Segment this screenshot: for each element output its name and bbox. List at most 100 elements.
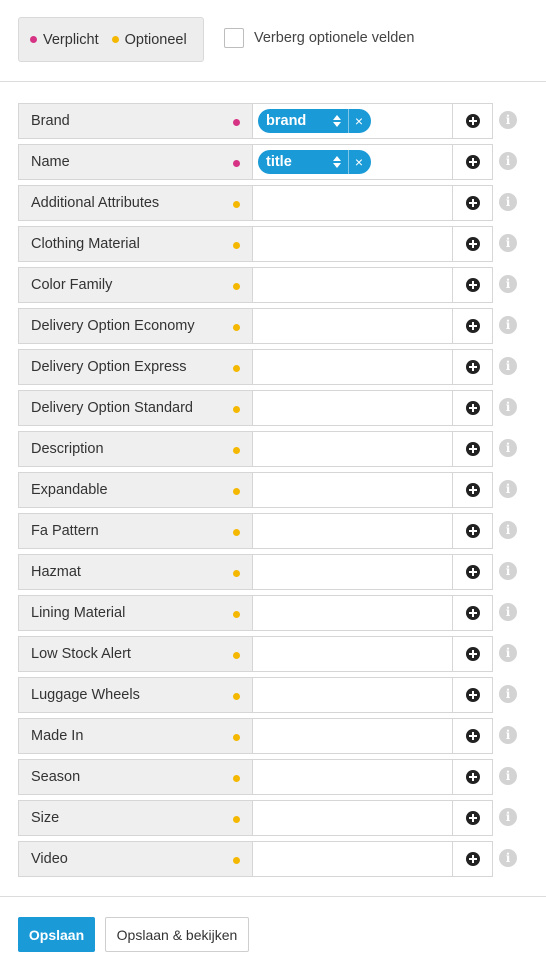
add-attribute-button[interactable] <box>452 513 493 549</box>
info-icon[interactable]: i <box>499 726 517 744</box>
field-value-dropzone[interactable] <box>252 718 453 754</box>
sort-updown-icon[interactable] <box>326 109 348 133</box>
hide-optional-toggle[interactable]: Verberg optionele velden <box>224 28 414 48</box>
field-value-dropzone[interactable]: brand × <box>252 103 453 139</box>
save-and-view-button[interactable]: Opslaan & bekijken <box>105 917 249 952</box>
field-label: Lining Material <box>18 595 253 631</box>
field-label-text: Color Family <box>31 277 113 293</box>
info-icon[interactable]: i <box>499 275 517 293</box>
field-value-dropzone[interactable]: title × <box>252 144 453 180</box>
field-value-dropzone[interactable] <box>252 390 453 426</box>
field-value-dropzone[interactable] <box>252 349 453 385</box>
info-icon[interactable]: i <box>499 193 517 211</box>
plus-circle-icon <box>465 852 480 866</box>
field-value-dropzone[interactable] <box>252 185 453 221</box>
field-value-dropzone[interactable] <box>252 595 453 631</box>
field-label: Size <box>18 800 253 836</box>
field-label-text: Luggage Wheels <box>31 687 140 703</box>
field-label-text: Made In <box>31 728 84 744</box>
plus-circle-icon <box>465 196 480 210</box>
add-attribute-button[interactable] <box>452 267 493 303</box>
field-value-dropzone[interactable] <box>252 226 453 262</box>
field-value-dropzone[interactable] <box>252 431 453 467</box>
plus-circle-icon <box>465 360 480 374</box>
info-icon[interactable]: i <box>499 767 517 785</box>
info-icon[interactable]: i <box>499 849 517 867</box>
plus-circle-icon <box>465 319 480 333</box>
field-value-dropzone[interactable] <box>252 554 453 590</box>
add-attribute-button[interactable] <box>452 718 493 754</box>
field-value-dropzone[interactable] <box>252 636 453 672</box>
plus-circle-icon <box>465 729 480 743</box>
info-icon[interactable]: i <box>499 357 517 375</box>
field-value-dropzone[interactable] <box>252 800 453 836</box>
field-row: Made In i <box>18 718 528 754</box>
info-icon[interactable]: i <box>499 685 517 703</box>
info-icon[interactable]: i <box>499 521 517 539</box>
add-attribute-button[interactable] <box>452 185 493 221</box>
add-attribute-button[interactable] <box>452 800 493 836</box>
field-value-dropzone[interactable] <box>252 267 453 303</box>
add-attribute-button[interactable] <box>452 144 493 180</box>
info-icon[interactable]: i <box>499 316 517 334</box>
info-icon[interactable]: i <box>499 644 517 662</box>
plus-circle-icon <box>465 770 480 784</box>
field-row: Fa Pattern i <box>18 513 528 549</box>
add-attribute-button[interactable] <box>452 595 493 631</box>
field-row: Hazmat i <box>18 554 528 590</box>
add-attribute-button[interactable] <box>452 226 493 262</box>
add-attribute-button[interactable] <box>452 472 493 508</box>
field-label: Made In <box>18 718 253 754</box>
field-value-dropzone[interactable] <box>252 308 453 344</box>
field-row: Luggage Wheels i <box>18 677 528 713</box>
field-label: Hazmat <box>18 554 253 590</box>
info-icon[interactable]: i <box>499 480 517 498</box>
field-label: Delivery Option Standard <box>18 390 253 426</box>
toolbar: Verplicht Optioneel Verberg optionele ve… <box>0 0 546 82</box>
field-label-text: Delivery Option Economy <box>31 318 195 334</box>
field-label: Name <box>18 144 253 180</box>
info-icon[interactable]: i <box>499 111 517 129</box>
info-icon[interactable]: i <box>499 808 517 826</box>
add-attribute-button[interactable] <box>452 308 493 344</box>
info-icon[interactable]: i <box>499 603 517 621</box>
add-attribute-button[interactable] <box>452 390 493 426</box>
field-label: Clothing Material <box>18 226 253 262</box>
field-label-text: Lining Material <box>31 605 126 621</box>
add-attribute-button[interactable] <box>452 841 493 877</box>
hide-optional-checkbox[interactable] <box>224 28 244 48</box>
optional-dot-icon <box>233 242 240 249</box>
close-icon[interactable]: × <box>349 150 371 174</box>
field-value-dropzone[interactable] <box>252 759 453 795</box>
add-attribute-button[interactable] <box>452 103 493 139</box>
add-attribute-button[interactable] <box>452 636 493 672</box>
field-value-dropzone[interactable] <box>252 472 453 508</box>
field-label: Video <box>18 841 253 877</box>
optional-dot-icon <box>233 857 240 864</box>
info-icon[interactable]: i <box>499 562 517 580</box>
field-row: Color Family i <box>18 267 528 303</box>
optional-dot-icon <box>233 611 240 618</box>
field-value-dropzone[interactable] <box>252 841 453 877</box>
field-label-text: Low Stock Alert <box>31 646 131 662</box>
info-icon[interactable]: i <box>499 234 517 252</box>
info-icon[interactable]: i <box>499 398 517 416</box>
add-attribute-button[interactable] <box>452 349 493 385</box>
info-icon[interactable]: i <box>499 439 517 457</box>
close-icon[interactable]: × <box>349 109 371 133</box>
field-value-dropzone[interactable] <box>252 677 453 713</box>
info-icon[interactable]: i <box>499 152 517 170</box>
save-button[interactable]: Opslaan <box>18 917 95 952</box>
add-attribute-button[interactable] <box>452 759 493 795</box>
field-value-dropzone[interactable] <box>252 513 453 549</box>
field-row: Video i <box>18 841 528 877</box>
field-row: Expandable i <box>18 472 528 508</box>
mapped-attribute-tag[interactable]: brand × <box>258 109 371 133</box>
sort-updown-icon[interactable] <box>326 150 348 174</box>
legend-optional: Optioneel <box>111 32 187 48</box>
mapped-attribute-tag[interactable]: title × <box>258 150 371 174</box>
add-attribute-button[interactable] <box>452 677 493 713</box>
field-legend: Verplicht Optioneel <box>18 17 204 62</box>
add-attribute-button[interactable] <box>452 431 493 467</box>
add-attribute-button[interactable] <box>452 554 493 590</box>
